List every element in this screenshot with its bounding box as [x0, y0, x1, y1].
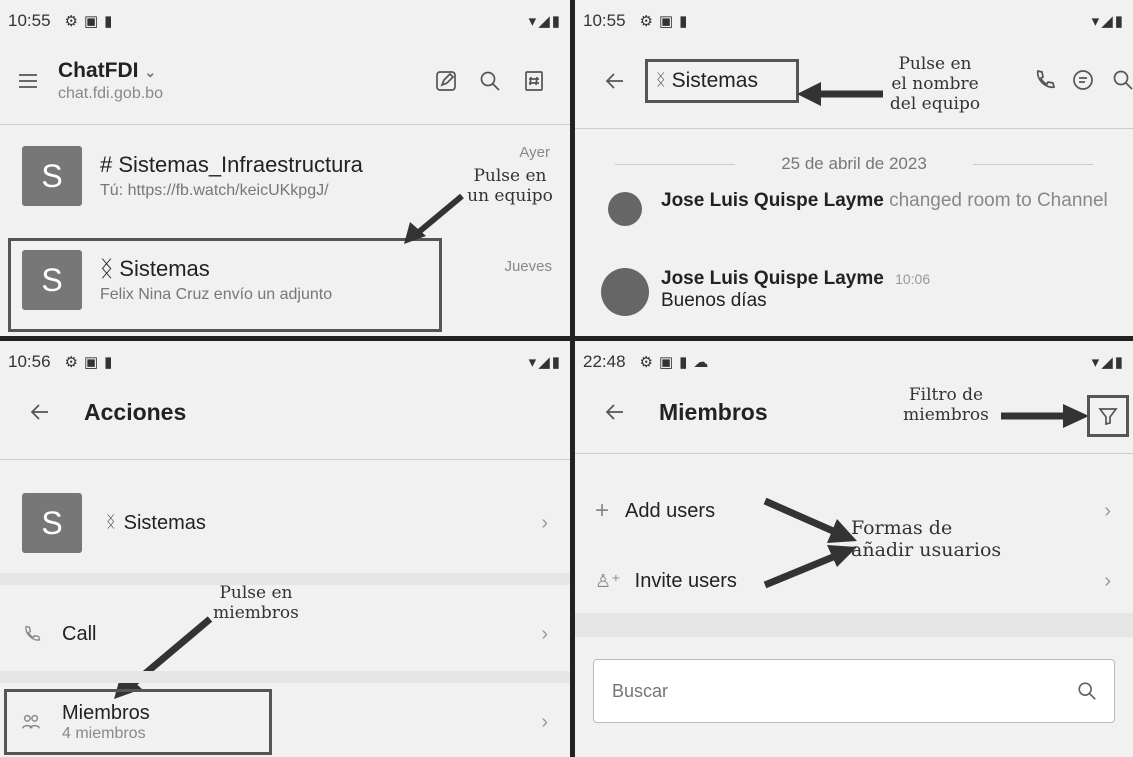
screenshot-grid: 10:55 ⚙▣▮ ▾◢▮ ChatFDI ⌄ chat.fdi.gob.bo … [0, 0, 1133, 757]
annotation-tap-team: Pulse en un equipo [467, 166, 553, 206]
status-notification-icons: ⚙▣▮☁ [639, 354, 715, 371]
actions-screen: 10:56 ⚙▣▮ ▾◢▮ Acciones S ᛝ Sistemas › Pu… [0, 341, 570, 757]
channel-icon[interactable] [516, 63, 552, 99]
message-author: Jose Luis Quispe Layme [661, 268, 884, 289]
divider [0, 459, 570, 460]
status-bar: 10:55 ⚙▣▮ ▾◢▮ [8, 8, 562, 34]
message-time: 10:06 [895, 271, 931, 287]
chevron-right-icon: › [541, 511, 548, 534]
app-bar: Acciones [0, 377, 570, 447]
menu-icon[interactable] [10, 63, 46, 99]
annotation-arrow [797, 82, 883, 106]
back-icon[interactable] [22, 394, 58, 430]
back-icon[interactable] [597, 63, 633, 99]
signal-battery-icons: ▾◢▮ [1091, 354, 1125, 371]
divider [0, 124, 570, 125]
phone-icon[interactable] [1027, 62, 1063, 98]
status-bar: 10:55 ⚙▣▮ ▾◢▮ [583, 8, 1125, 34]
room-time: Ayer [519, 144, 550, 161]
message-text: Buenos días [661, 290, 767, 311]
plus-icon: + [595, 497, 610, 524]
threads-icon[interactable] [1065, 62, 1101, 98]
invite-users-label: Invite users [634, 569, 737, 592]
chevron-right-icon: › [1104, 499, 1111, 522]
message-item[interactable]: Jose Luis Quispe Layme 10:06 Buenos días [601, 268, 1125, 316]
members-screen: 22:48 ⚙▣▮☁ ▾◢▮ Miembros Filtro de miembr… [575, 341, 1133, 757]
app-title: ChatFDI [58, 59, 139, 82]
team-name: Sistemas [123, 511, 206, 534]
rooms-list-screen: 10:55 ⚙▣▮ ▾◢▮ ChatFDI ⌄ chat.fdi.gob.bo … [0, 0, 570, 336]
workspace-switcher[interactable]: ChatFDI ⌄ chat.fdi.gob.bo [58, 59, 163, 103]
app-subtitle: chat.fdi.gob.bo [58, 85, 163, 102]
team-icon: ᛝ [656, 72, 666, 89]
panel-divider [0, 336, 1133, 341]
page-title: Miembros [659, 398, 768, 425]
app-bar: Miembros Filtro de miembros [575, 377, 1133, 447]
chevron-right-icon: › [541, 622, 548, 645]
status-time: 22:48 [583, 352, 626, 371]
status-notification-icons: ⚙▣▮ [64, 354, 119, 371]
team-name-button[interactable]: ᛝ Sistemas [645, 59, 799, 103]
search-icon[interactable] [1105, 62, 1133, 98]
invite-user-icon: ♙⁺ [595, 570, 621, 591]
chevron-right-icon: › [541, 710, 548, 733]
team-icon: ᛝ [106, 514, 116, 531]
filter-icon[interactable] [1087, 395, 1129, 437]
chevron-down-icon: ⌄ [144, 64, 157, 80]
signal-battery-icons: ▾◢▮ [528, 354, 562, 371]
page-title: Acciones [84, 398, 187, 425]
room-avatar: S [22, 146, 82, 206]
phone-icon [22, 624, 46, 644]
message-text: changed room to Channel [889, 190, 1108, 211]
chevron-right-icon: › [1104, 569, 1111, 592]
avatar [608, 192, 642, 226]
panel-divider [570, 0, 575, 757]
team-row[interactable]: S ᛝ Sistemas › [0, 483, 570, 563]
team-avatar: S [22, 493, 82, 553]
status-time: 10:56 [8, 352, 51, 371]
highlight-box [8, 238, 442, 332]
call-row[interactable]: Call › [0, 609, 570, 659]
status-notification-icons: ⚙▣▮ [639, 13, 694, 30]
status-time: 10:55 [8, 11, 51, 30]
search-field[interactable] [593, 659, 1115, 723]
search-input[interactable] [610, 679, 1076, 703]
annotation-arrow [404, 193, 464, 244]
highlight-box [4, 689, 272, 755]
signal-battery-icons: ▾◢▮ [1091, 13, 1125, 30]
status-time: 10:55 [583, 11, 626, 30]
app-bar: ChatFDI ⌄ chat.fdi.gob.bo [0, 42, 570, 120]
room-time: Jueves [504, 258, 552, 275]
annotation-arrow [1001, 404, 1089, 428]
date-separator: 25 de abril de 2023 [615, 154, 1093, 174]
divider [575, 128, 1133, 129]
team-name: Sistemas [671, 69, 758, 92]
section-divider [575, 613, 1133, 637]
call-label: Call [62, 622, 97, 645]
annotation-add-users: Formas de añadir usuarios [851, 517, 1002, 561]
search-icon[interactable] [472, 63, 508, 99]
annotation-filter: Filtro de miembros [903, 385, 989, 425]
back-icon[interactable] [597, 394, 633, 430]
signal-battery-icons: ▾◢▮ [528, 13, 562, 30]
edit-icon[interactable] [428, 63, 464, 99]
add-users-label: Add users [625, 499, 716, 522]
status-bar: 22:48 ⚙▣▮☁ ▾◢▮ [583, 349, 1125, 375]
divider [575, 453, 1133, 454]
status-notification-icons: ⚙▣▮ [64, 13, 119, 30]
section-divider [0, 671, 570, 683]
avatar [601, 268, 649, 316]
search-icon[interactable] [1076, 680, 1098, 702]
message-item[interactable]: Jose Luis Quispe Layme changed room to C… [601, 190, 1125, 226]
team-room-screen: 10:55 ⚙▣▮ ▾◢▮ ᛝ Sistemas Pulse en el nom… [575, 0, 1133, 336]
message-author: Jose Luis Quispe Layme [661, 190, 884, 211]
annotation-tap-team-name: Pulse en el nombre del equipo [889, 54, 981, 114]
status-bar: 10:56 ⚙▣▮ ▾◢▮ [8, 349, 562, 375]
